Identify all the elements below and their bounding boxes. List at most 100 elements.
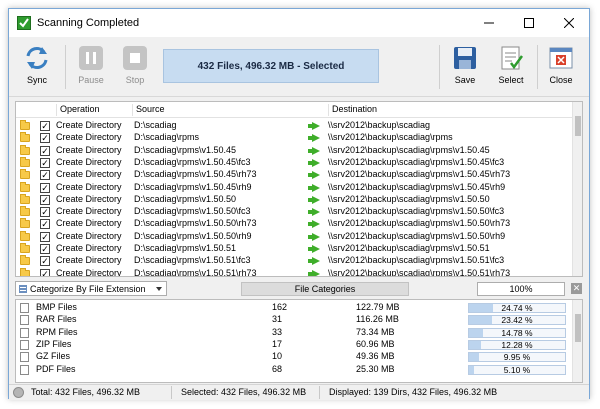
row-destination: \\srv2012\backup\scadiag\rpms\v1.50.50 (328, 193, 490, 204)
row-checkbox[interactable]: ✓ (40, 244, 50, 254)
stop-button[interactable]: Stop (115, 41, 155, 93)
list-item[interactable]: RAR Files 31 116.26 MB 23.42 % (16, 314, 572, 326)
row-checkbox[interactable]: ✓ (40, 121, 50, 131)
category-percent: 12.28 % (501, 339, 533, 350)
status-total: Total: 432 Files, 496.32 MB (31, 387, 141, 397)
table-row[interactable]: ✓ Create Directory D:\scadiag\rpms\v1.50.5… (16, 206, 572, 218)
folder-icon (20, 144, 30, 155)
list-item[interactable]: PDF Files 68 25.30 MB 5.10 % (16, 364, 572, 376)
category-percent: 14.78 % (501, 327, 533, 338)
file-categories-title: File Categories (241, 282, 409, 296)
row-source: D:\scadiag\rpms\v1.50.50\rh9 (134, 230, 252, 241)
category-size: 73.34 MB (356, 326, 395, 337)
categories-close-button[interactable]: ✕ (571, 283, 582, 294)
category-percent: 5.10 % (503, 364, 531, 375)
operations-scrollbar[interactable] (572, 102, 582, 276)
table-row[interactable]: ✓ Create Directory D:\scadiag\rpms\v1.50.5… (16, 218, 572, 230)
row-checkbox[interactable]: ✓ (40, 182, 50, 193)
column-operation[interactable]: Operation (56, 104, 100, 116)
minimize-button[interactable] (469, 9, 509, 37)
folder-icon (20, 120, 30, 130)
sync-button[interactable]: Sync (17, 41, 57, 93)
table-row[interactable]: ✓ Create Directory D:\scadiag\rpms\v1.50.5… (16, 193, 572, 206)
status-selected: Selected: 432 Files, 496.32 MB (181, 387, 307, 397)
table-row[interactable]: ✓ Create Directory D:\scadiag\rpms\v1.50.5… (16, 230, 572, 243)
row-operation: Create Directory (56, 132, 122, 143)
save-icon (454, 47, 476, 69)
column-source[interactable]: Source (132, 104, 165, 116)
row-checkbox[interactable]: ✓ (40, 231, 50, 242)
arrow-right-icon (308, 171, 320, 180)
row-checkbox[interactable]: ✓ (40, 157, 50, 168)
folder-icon (20, 267, 30, 276)
row-destination: \\srv2012\backup\scadiag (328, 120, 431, 130)
row-checkbox[interactable]: ✓ (40, 145, 50, 156)
select-button[interactable]: Select (491, 41, 531, 93)
categorize-select-value: Categorize By File Extension (30, 283, 146, 294)
category-size: 122.79 MB (356, 302, 400, 312)
category-name: ZIP Files (36, 338, 72, 349)
status-icon (13, 387, 24, 398)
row-destination: \\srv2012\backup\scadiag\rpms\v1.50.50\r… (328, 230, 506, 241)
scrollbar-thumb[interactable] (575, 314, 581, 342)
category-count: 31 (272, 314, 283, 325)
category-count: 162 (272, 302, 288, 312)
maximize-button[interactable] (509, 9, 549, 37)
category-size: 116.26 MB (356, 314, 399, 325)
row-operation: Create Directory (56, 255, 122, 266)
close-button[interactable]: Close (541, 41, 581, 93)
row-source: D:\scadiag\rpms\v1.50.50\rh73 (134, 218, 257, 229)
row-destination: \\srv2012\backup\scadiag\rpms\v1.50.45\r… (328, 169, 511, 180)
window-title: Scanning Completed (37, 17, 140, 29)
table-row[interactable]: ✓ Create Directory D:\scadiag\rpms\v1.50.4… (16, 156, 572, 169)
category-count: 17 (272, 338, 283, 349)
row-source: D:\scadiag\rpms\v1.50.45\rh73 (134, 169, 257, 180)
categorize-select[interactable]: Categorize By File Extension (15, 281, 167, 296)
table-row[interactable]: ✓ Create Directory D:\scadiag\rpms\v1.50.4… (16, 144, 572, 157)
file-type-icon (20, 339, 29, 350)
list-item[interactable]: ZIP Files 17 60.96 MB 12.28 % (16, 339, 572, 351)
operations-table: Operation Source Destination ✓ Create Dir… (15, 101, 583, 277)
pause-button[interactable]: Pause (71, 41, 111, 93)
table-row[interactable]: ✓ Create Directory D:\scadiag\rpms\v1.50.5… (16, 243, 572, 255)
table-row[interactable]: ✓ Create Directory D:\scadiag \\srv2012\bac… (16, 120, 572, 132)
table-row[interactable]: ✓ Create Directory D:\scadiag\rpms\v1.50.4… (16, 169, 572, 181)
row-destination: \\srv2012\backup\scadiag\rpms (328, 132, 453, 143)
row-source: D:\scadiag\rpms\v1.50.45\rh9 (134, 181, 252, 192)
arrow-right-icon (308, 220, 320, 229)
category-percent-bar: 12.28 % (468, 339, 566, 350)
row-checkbox[interactable]: ✓ (40, 133, 50, 144)
row-checkbox[interactable]: ✓ (40, 219, 50, 230)
maximize-icon (524, 18, 534, 28)
category-percent: 9.95 % (503, 352, 531, 363)
arrow-right-icon (308, 122, 320, 130)
arrow-right-icon (308, 269, 320, 276)
categories-scrollbar[interactable] (572, 300, 582, 382)
status-divider (171, 386, 172, 399)
row-checkbox[interactable]: ✓ (40, 207, 50, 218)
list-item[interactable]: BMP Files 162 122.79 MB 24.74 % (16, 302, 572, 314)
row-operation: Create Directory (56, 169, 122, 180)
row-destination: \\srv2012\backup\scadiag\rpms\v1.50.50\f… (328, 206, 505, 217)
category-size: 60.96 MB (356, 338, 395, 349)
category-name: GZ Files (36, 351, 71, 362)
column-destination[interactable]: Destination (328, 104, 377, 116)
scrollbar-thumb[interactable] (575, 116, 581, 136)
category-percent-bar: 23.42 % (468, 315, 566, 326)
close-window-button[interactable] (549, 9, 589, 37)
row-checkbox[interactable]: ✓ (40, 170, 50, 181)
row-checkbox[interactable]: ✓ (40, 268, 50, 276)
list-item[interactable]: GZ Files 10 49.36 MB 9.95 % (16, 351, 572, 363)
table-row[interactable]: ✓ Create Directory D:\scadiag\rpms\v1.50.5… (16, 255, 572, 267)
table-row[interactable]: ✓ Create Directory D:\scadiag\rpms\v1.50.5… (16, 267, 572, 276)
save-button[interactable]: Save (445, 41, 485, 93)
row-checkbox[interactable]: ✓ (40, 194, 50, 205)
categories-percent: 100% (477, 282, 565, 296)
list-item[interactable]: RPM Files 33 73.34 MB 14.78 % (16, 327, 572, 339)
row-checkbox[interactable]: ✓ (40, 256, 50, 267)
toolbar-separator (537, 45, 538, 89)
table-row[interactable]: ✓ Create Directory D:\scadiag\rpms \\srv201… (16, 132, 572, 144)
file-type-icon (20, 315, 29, 326)
row-source: D:\scadiag\rpms\v1.50.50 (134, 193, 237, 204)
table-row[interactable]: ✓ Create Directory D:\scadiag\rpms\v1.50.4… (16, 181, 572, 194)
